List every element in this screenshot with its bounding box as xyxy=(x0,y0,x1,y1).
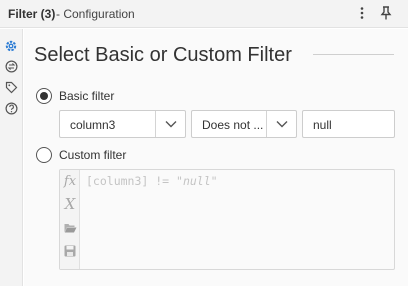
variable-x-icon[interactable]: X xyxy=(61,194,79,214)
pin-icon[interactable] xyxy=(377,4,395,22)
more-vertical-icon[interactable] xyxy=(353,4,371,22)
operand-input[interactable]: null xyxy=(302,110,395,138)
panel-subtitle: - Configuration xyxy=(56,7,135,21)
expression-field: [column3] xyxy=(86,174,149,188)
chevron-down-icon xyxy=(266,111,296,137)
column-select[interactable]: column3 xyxy=(59,110,186,138)
configuration-panel: Select Basic or Custom Filter Basic filt… xyxy=(24,29,408,286)
expression-text: [column3] != "null" xyxy=(86,174,218,188)
panel-title: Filter (3) xyxy=(8,7,56,21)
operator-select[interactable]: Does not ... xyxy=(191,110,297,138)
expression-editor[interactable]: fx X [column3] != "null" xyxy=(59,169,395,270)
operand-input-value: null xyxy=(313,118,332,132)
expression-operator: != xyxy=(148,174,177,188)
operator-select-value: Does not ... xyxy=(202,118,264,132)
title-bar: Filter (3) - Configuration xyxy=(0,0,408,28)
custom-filter-radio[interactable] xyxy=(36,147,52,163)
column-select-value: column3 xyxy=(70,118,116,132)
basic-filter-radio[interactable] xyxy=(36,88,52,104)
gear-icon[interactable] xyxy=(3,38,19,54)
help-icon[interactable] xyxy=(3,100,19,116)
chevron-down-icon xyxy=(155,111,185,137)
tag-icon[interactable] xyxy=(3,79,19,95)
section-heading: Select Basic or Custom Filter xyxy=(34,44,292,66)
basic-filter-label[interactable]: Basic filter xyxy=(59,89,114,103)
custom-filter-label[interactable]: Custom filter xyxy=(59,148,126,162)
editor-toolbar: fx X xyxy=(60,170,80,269)
open-folder-icon[interactable] xyxy=(61,218,79,238)
side-rail xyxy=(0,29,23,286)
fx-icon[interactable]: fx xyxy=(61,171,79,191)
expression-literal: "null" xyxy=(176,174,218,188)
heading-divider xyxy=(313,54,394,55)
connection-icon[interactable] xyxy=(3,58,19,74)
save-icon[interactable] xyxy=(61,241,79,261)
